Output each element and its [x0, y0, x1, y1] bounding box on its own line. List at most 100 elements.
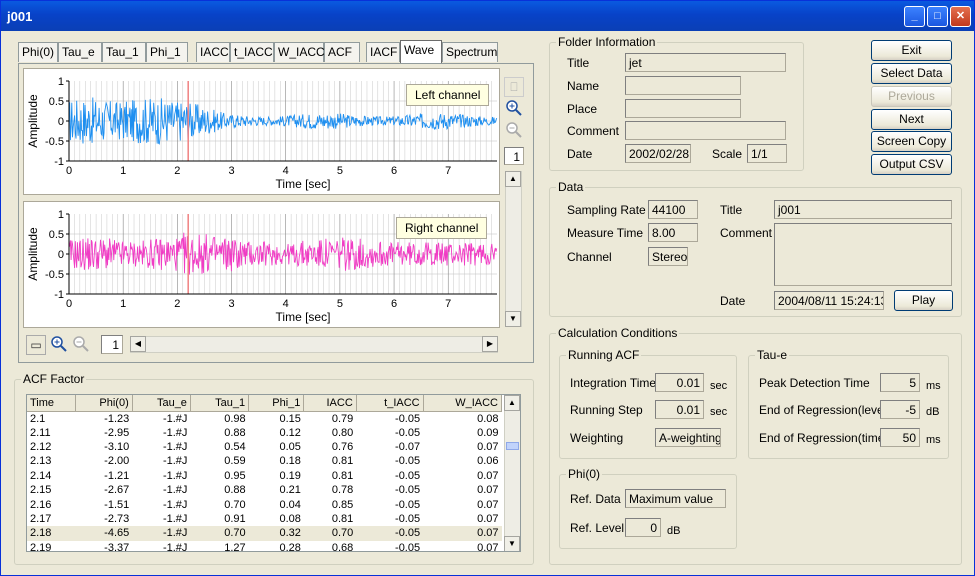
table-cell: -0.05	[395, 541, 421, 552]
vertical-page-field[interactable]: 1	[504, 147, 524, 165]
scroll-left-arrow[interactable]: ◀	[130, 336, 146, 352]
channel-field: Stereo	[648, 247, 688, 266]
data-comment-field	[774, 223, 952, 286]
table-cell: -1.#J	[162, 469, 188, 482]
scroll-right-arrow[interactable]: ▶	[482, 336, 498, 352]
zoom-out-icon[interactable]	[504, 121, 524, 141]
table-scroll-up[interactable]: ▲	[504, 395, 520, 411]
select-data-button[interactable]: Select Data	[871, 63, 952, 84]
table-cell: 0.21	[279, 484, 301, 497]
tab-iacc[interactable]: IACC	[196, 42, 230, 62]
peak-detection-label: Peak Detection Time	[759, 376, 870, 390]
table-cell: -0.05	[395, 513, 421, 526]
horizontal-scrollbar[interactable]	[130, 336, 498, 353]
x-tick-label: 6	[391, 165, 397, 177]
table-cell: -1.21	[104, 469, 130, 482]
table-row[interactable]: 2.13 -2.00 -1.#J 0.59 0.18 0.81 -0.05 0.06	[27, 454, 502, 468]
column-header-time[interactable]: Time	[27, 395, 76, 412]
table-cell: 2.12	[30, 441, 52, 454]
left-channel-plot[interactable]: 1 0.5 0 -0.5 -1 0 1 2 3 4 5 6 7 Time [sec] Amplitude L…	[23, 68, 500, 195]
screen-copy-button[interactable]: Screen Copy	[871, 131, 952, 152]
column-header-iacc[interactable]: IACC	[303, 395, 357, 412]
table-row[interactable]: 2.11 -2.95 -1.#J 0.88 0.12 0.80 -0.05 0.09	[27, 426, 502, 440]
tab-iacf[interactable]: IACF	[366, 42, 400, 62]
scroll-down-arrow[interactable]: ▼	[505, 311, 521, 327]
y-tick-label: 1	[58, 76, 64, 88]
h-zoom-out-icon[interactable]	[71, 335, 91, 355]
maximize-button[interactable]: □	[927, 6, 948, 27]
column-header-tau-e[interactable]: Tau_e	[132, 395, 191, 412]
table-row[interactable]: 2.14 -1.21 -1.#J 0.95 0.19 0.81 -0.05 0.07	[27, 469, 502, 483]
table-cell: 0.68	[331, 541, 354, 552]
table-cell: 0.70	[224, 498, 246, 511]
previous-button[interactable]: Previous	[871, 86, 952, 107]
table-cell: -0.05	[395, 498, 421, 511]
column-header-phi-0-[interactable]: Phi(0)	[75, 395, 133, 412]
tab-w-iacc[interactable]: W_IACC	[274, 42, 325, 62]
table-cell: 0.28	[279, 541, 301, 552]
table-cell: -0.05	[356, 526, 424, 541]
table-row[interactable]: 2.19 -3.37 -1.#J 1.27 0.28 0.68 -0.05 0.07	[27, 541, 502, 552]
table-row[interactable]: 2.16 -1.51 -1.#J 0.70 0.04 0.85 -0.05 0.07	[27, 497, 502, 511]
column-header-t-iacc[interactable]: t_IACC	[356, 395, 424, 412]
table-row[interactable]: 2.1 -1.23 -1.#J 0.98 0.15 0.79 -0.05 0.08	[27, 411, 502, 426]
y-tick-label: -0.5	[45, 136, 64, 148]
table-cell: -0.05	[395, 412, 421, 425]
tab-spectrum[interactable]: Spectrum	[442, 42, 498, 62]
right-channel-plot[interactable]: 1 0.5 0 -0.5 -1 0 1 2 3 4 5 6 7 Time [sec] Amplitude R…	[23, 201, 500, 328]
x-tick-label: 1	[120, 298, 126, 310]
y-tick-label: -1	[54, 289, 64, 301]
fit-horizontal-icon[interactable]: ▭	[26, 335, 46, 355]
acf-table-panel[interactable]: Time Phi(0) Tau_e Tau_1 Phi_1 IACC t_IACC W_IAC…	[26, 394, 521, 552]
x-tick-label: 0	[66, 298, 72, 310]
table-cell: 0.05	[279, 441, 301, 454]
main-window: j001 _ □ ✕ Phi(0) Tau_e Tau_1 Phi_1 IACC t_IA…	[0, 0, 975, 576]
table-cell: 0.07	[477, 498, 499, 511]
zoom-in-icon[interactable]	[504, 99, 524, 119]
tab-wave[interactable]: Wave	[400, 40, 442, 63]
scroll-up-arrow[interactable]: ▲	[505, 171, 521, 187]
table-cell: -1.#J	[162, 498, 188, 511]
y-axis-label: Amplitude	[26, 94, 40, 148]
table-cell: 0.07	[477, 469, 499, 482]
x-tick-label: 6	[391, 298, 397, 310]
vertical-scrollbar[interactable]	[505, 171, 522, 327]
table-row[interactable]: 2.17 -2.73 -1.#J 0.91 0.08 0.81 -0.05 0.07	[27, 512, 502, 526]
table-cell: 0.70	[303, 526, 357, 541]
table-scroll-down[interactable]: ▼	[504, 536, 520, 551]
tab-tau-e[interactable]: Tau_e	[58, 42, 102, 62]
table-cell: 0.54	[224, 441, 246, 454]
table-cell: 0.04	[279, 498, 301, 511]
data-title-field: j001	[774, 200, 952, 219]
x-axis-label: Time [sec]	[276, 177, 331, 191]
column-header-phi-1[interactable]: Phi_1	[248, 395, 305, 412]
table-cell: 0.78	[331, 484, 354, 497]
table-scrollbar[interactable]	[504, 395, 520, 551]
phi0-group: Phi(0)	[559, 467, 737, 549]
table-cell: 0.88	[224, 426, 246, 439]
close-button[interactable]: ✕	[950, 6, 971, 27]
x-tick-label: 3	[228, 298, 234, 310]
table-row[interactable]: 2.12 -3.10 -1.#J 0.54 0.05 0.76 -0.07 0.07	[27, 440, 502, 454]
tab-tau-1[interactable]: Tau_1	[102, 42, 146, 62]
tab-phi-0-[interactable]: Phi(0)	[18, 42, 58, 62]
running-acf-legend: Running ACF	[566, 348, 642, 362]
horizontal-page-field[interactable]: 1	[101, 335, 123, 354]
column-header-w-iacc[interactable]: W_IACC	[423, 395, 503, 412]
fit-vertical-icon[interactable]: ⎕	[504, 77, 524, 97]
table-scroll-thumb[interactable]	[506, 442, 519, 450]
minimize-button[interactable]: _	[904, 6, 925, 27]
exit-button[interactable]: Exit	[871, 40, 952, 61]
column-header-tau-1[interactable]: Tau_1	[190, 395, 250, 412]
table-cell: 2.19	[30, 541, 52, 552]
next-button[interactable]: Next	[871, 109, 952, 130]
output-csv-button[interactable]: Output CSV	[871, 154, 952, 175]
play-button[interactable]: Play	[894, 290, 953, 311]
tab-phi-1[interactable]: Phi_1	[146, 42, 188, 62]
table-row[interactable]: 2.15 -2.67 -1.#J 0.88 0.21 0.78 -0.05 0.07	[27, 483, 502, 497]
table-row[interactable]: 2.18 -4.65 -1.#J 0.70 0.32 0.70 -0.05 0.07	[27, 526, 502, 541]
h-zoom-in-icon[interactable]	[49, 335, 69, 355]
tab-acf[interactable]: ACF	[324, 42, 360, 62]
tab-t-iacc[interactable]: t_IACC	[230, 42, 274, 62]
table-cell: 2.14	[30, 469, 52, 482]
